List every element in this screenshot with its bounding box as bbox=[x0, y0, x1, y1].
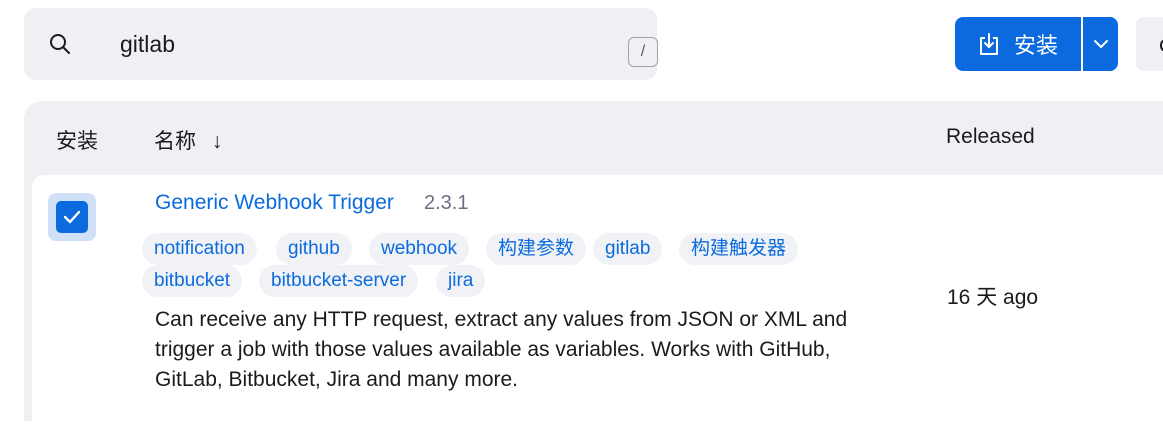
search-bar[interactable]: / bbox=[24, 8, 658, 80]
tag-bitbucket-server[interactable]: bitbucket-server bbox=[259, 265, 419, 297]
tag-build-trigger[interactable]: 构建触发器 bbox=[679, 233, 799, 265]
plugin-version: 2.3.1 bbox=[424, 192, 469, 214]
tag-gitlab[interactable]: gitlab bbox=[593, 233, 663, 265]
tag-bitbucket[interactable]: bitbucket bbox=[142, 265, 243, 297]
search-shortcut-hint: / bbox=[628, 37, 658, 67]
chevron-down-icon bbox=[1093, 40, 1108, 48]
table-row: Generic Webhook Trigger 2.3.1 notificati… bbox=[32, 175, 1163, 435]
column-header-install: 安装 bbox=[56, 130, 98, 153]
column-header-released: Released bbox=[946, 125, 1035, 148]
column-header-name-label: 名称 bbox=[154, 130, 196, 153]
tag-jira[interactable]: jira bbox=[436, 265, 486, 297]
tag-github[interactable]: github bbox=[276, 233, 352, 265]
tag-notification[interactable]: notification bbox=[142, 233, 257, 265]
tag-webhook[interactable]: webhook bbox=[369, 233, 470, 265]
tag-build-parameters[interactable]: 构建参数 bbox=[486, 233, 587, 265]
install-button[interactable]: 安装 bbox=[955, 17, 1081, 71]
install-checkbox[interactable] bbox=[48, 193, 96, 241]
search-input[interactable] bbox=[120, 28, 600, 60]
check-icon bbox=[63, 210, 81, 224]
download-icon bbox=[979, 33, 998, 55]
plugin-table: 安装 名称 ↓ Released Generic Webhook Trigger… bbox=[24, 101, 1163, 435]
column-header-name[interactable]: 名称 ↓ bbox=[154, 125, 222, 155]
install-options-button[interactable] bbox=[1083, 17, 1118, 71]
plugin-name-link[interactable]: Generic Webhook Trigger bbox=[155, 191, 394, 215]
plugin-description: Can receive any HTTP request, extract an… bbox=[155, 308, 848, 391]
released-date: 16 天 ago bbox=[947, 286, 1039, 309]
install-button-label: 安装 bbox=[1013, 33, 1058, 58]
search-icon bbox=[50, 34, 70, 54]
sort-descending-icon: ↓ bbox=[211, 130, 223, 153]
checkbox-checked bbox=[56, 201, 88, 233]
secondary-button[interactable] bbox=[1136, 17, 1163, 71]
